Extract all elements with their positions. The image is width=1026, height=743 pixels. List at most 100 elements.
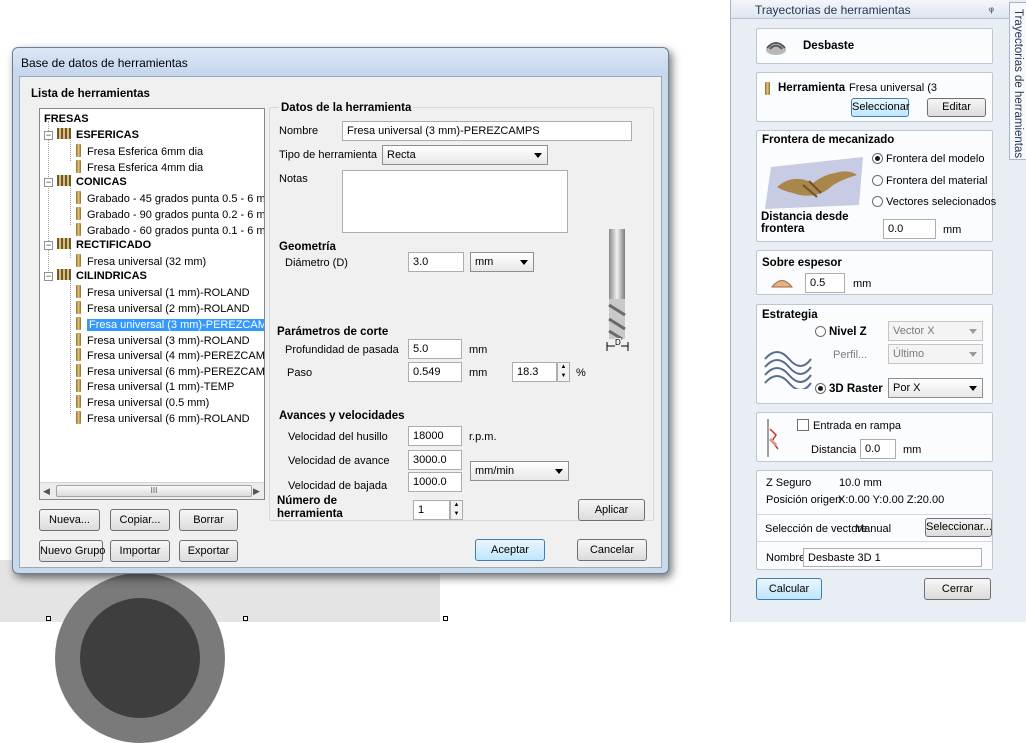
stepover-input[interactable]: 0.549 — [408, 362, 462, 382]
tool-number-input[interactable]: 1 — [413, 500, 450, 520]
allowance-input[interactable]: 0.5 — [805, 273, 845, 293]
copy-tool-button[interactable]: Copiar... — [110, 509, 170, 531]
selection-handle[interactable] — [243, 616, 248, 621]
pass-depth-input[interactable]: 5.0 — [408, 339, 462, 359]
diameter-unit-select[interactable]: mm — [470, 252, 534, 272]
delete-tool-button[interactable]: Borrar — [179, 509, 238, 531]
spindle-speed-input[interactable]: 18000 — [408, 426, 462, 446]
new-tool-button[interactable]: Nueva... — [39, 509, 100, 531]
profile-select[interactable]: Último — [888, 344, 983, 364]
apply-button[interactable]: Aplicar — [578, 499, 645, 521]
tree-group[interactable]: CONICAS — [57, 175, 127, 190]
safe-z-value: 10.0 mm — [839, 477, 882, 489]
ramp-distance-unit: mm — [903, 444, 922, 456]
boundary-distance-input[interactable]: 0.0 — [883, 219, 936, 239]
tree-group[interactable]: RECTIFICADO — [57, 238, 151, 253]
plunge-rate-input[interactable]: 1000.0 — [408, 472, 462, 492]
boundary-option[interactable]: Frontera del material — [872, 175, 988, 187]
tool-icon — [76, 144, 81, 157]
boundary-title: Frontera de mecanizado — [762, 134, 895, 146]
toolpath-type-title: Desbaste — [803, 40, 855, 52]
spin-down-icon[interactable]: ▼ — [451, 510, 462, 519]
ramp-distance-input[interactable]: 0.0 — [860, 439, 896, 459]
tree-group-label: ESFERICAS — [76, 129, 139, 141]
chevron-down-icon — [969, 329, 977, 334]
radio-icon — [872, 196, 883, 207]
close-button[interactable]: Cerrar — [924, 578, 991, 600]
spin-up-icon[interactable]: ▲ — [558, 363, 569, 372]
tree-group[interactable]: CILINDRICAS — [57, 269, 147, 284]
tool-type-value: Recta — [387, 149, 416, 161]
selection-handle[interactable] — [46, 616, 51, 621]
raster-direction-select[interactable]: Por X — [888, 378, 983, 398]
collapse-icon[interactable]: − — [44, 131, 53, 140]
tree-item[interactable]: Grabado - 60 grados punta 0.1 - 6 m — [76, 223, 264, 238]
profile-select-value: Último — [893, 348, 925, 360]
import-button[interactable]: Importar — [110, 540, 170, 562]
export-button[interactable]: Exportar — [179, 540, 238, 562]
select-vectors-button[interactable]: Seleccionar... — [925, 518, 992, 537]
spin-down-icon[interactable]: ▼ — [558, 372, 569, 381]
strategy-option-3d-raster[interactable]: 3D Raster — [815, 383, 883, 395]
cancel-button[interactable]: Cancelar — [577, 539, 647, 561]
vector-selection-value: Manual — [855, 523, 892, 535]
tool-number-label-1: Número de — [277, 495, 338, 507]
tool-list-title: Lista de herramientas — [31, 88, 150, 100]
tree-horizontal-scrollbar[interactable]: ◀ III ▶ — [40, 482, 264, 499]
tree-root-label: FRESAS — [44, 113, 89, 125]
pin-icon[interactable]: ᵩ — [989, 2, 994, 14]
tree-item[interactable]: Fresa Esferica 6mm dia — [76, 144, 203, 159]
stepover-label: Paso — [287, 367, 313, 379]
tree-item[interactable]: Fresa universal (2 mm)-ROLAND — [76, 301, 250, 316]
dialog-titlebar[interactable]: Base de datos de herramientas — [13, 48, 668, 76]
stepover-percent-input[interactable]: 18.3 — [512, 362, 557, 382]
tool-icon — [76, 254, 81, 267]
collapse-icon[interactable]: − — [44, 272, 53, 281]
collapse-icon[interactable]: − — [44, 178, 53, 187]
tree-group[interactable]: ESFERICAS — [57, 128, 139, 143]
tree-item[interactable]: Fresa Esferica 4mm dia — [76, 160, 203, 175]
scroll-right-icon[interactable]: ▶ — [253, 486, 260, 497]
tree-item[interactable]: Fresa universal (3 mm)-ROLAND — [76, 333, 250, 348]
selection-handle[interactable] — [443, 616, 448, 621]
edit-tool-button[interactable]: Editar — [927, 98, 986, 117]
tool-name-input[interactable]: Fresa universal (3 mm)-PEREZCAMPS — [342, 121, 632, 141]
tree-root[interactable]: FRESAS — [44, 112, 89, 127]
tree-item[interactable]: Fresa universal (1 mm)-TEMP — [76, 379, 234, 394]
stepover-percent-spinner[interactable]: ▲ ▼ — [557, 362, 570, 382]
feed-rate-label: Velocidad de avance — [288, 455, 390, 467]
notes-textarea[interactable] — [342, 170, 568, 233]
accept-button[interactable]: Aceptar — [475, 539, 545, 561]
feed-unit-select[interactable]: mm/min — [470, 461, 569, 481]
ramp-toggle[interactable]: Entrada en rampa — [797, 419, 901, 432]
z-level-select[interactable]: Vector X — [888, 321, 983, 341]
strategy-raster-icon — [763, 339, 813, 391]
strategy-option-z-level[interactable]: Nivel Z — [815, 326, 867, 338]
tree-item[interactable]: Grabado - 45 grados punta 0.5 - 6 m — [76, 191, 264, 206]
select-tool-button[interactable]: Seleccionar — [851, 98, 909, 117]
tree-item-label: Fresa Esferica 4mm dia — [87, 162, 204, 174]
collapse-icon[interactable]: − — [44, 241, 53, 250]
new-group-button[interactable]: Nuevo Grupo — [39, 540, 105, 562]
diameter-input[interactable]: 3.0 — [408, 252, 464, 272]
boundary-option[interactable]: Vectores selecionados — [872, 196, 996, 208]
tree-item[interactable]: Fresa universal (1 mm)-ROLAND — [76, 285, 250, 300]
tree-item[interactable]: Grabado - 90 grados punta 0.2 - 6 m — [76, 207, 264, 222]
scrollbar-thumb[interactable]: III — [56, 485, 252, 497]
tree-item[interactable]: Fresa universal (32 mm) — [76, 254, 206, 269]
feed-rate-input[interactable]: 3000.0 — [408, 450, 462, 470]
tool-type-select[interactable]: Recta — [382, 145, 548, 165]
spin-up-icon[interactable]: ▲ — [451, 501, 462, 510]
tree-item-selected[interactable]: Fresa universal (3 mm)-PEREZCAMPS — [76, 317, 264, 332]
tool-number-spinner[interactable]: ▲ ▼ — [450, 500, 463, 520]
tree-item[interactable]: Fresa universal (0.5 mm) — [76, 395, 209, 410]
scroll-left-icon[interactable]: ◀ — [43, 486, 50, 497]
tree-item[interactable]: Fresa universal (6 mm)-PEREZCAMPS — [76, 364, 264, 379]
tab-toolpaths[interactable]: Trayectorias de herramientas — [1009, 2, 1026, 160]
toolpath-name-input[interactable]: Desbaste 3D 1 — [803, 548, 982, 567]
tool-tree[interactable]: FRESAS − ESFERICAS Fresa Esferica 6mm di… — [39, 108, 265, 500]
calculate-button[interactable]: Calcular — [756, 578, 822, 600]
tree-item[interactable]: Fresa universal (4 mm)-PEREZCAMPS — [76, 348, 264, 363]
boundary-option[interactable]: Frontera del modelo — [872, 153, 984, 165]
tree-item[interactable]: Fresa universal (6 mm)-ROLAND — [76, 411, 250, 426]
